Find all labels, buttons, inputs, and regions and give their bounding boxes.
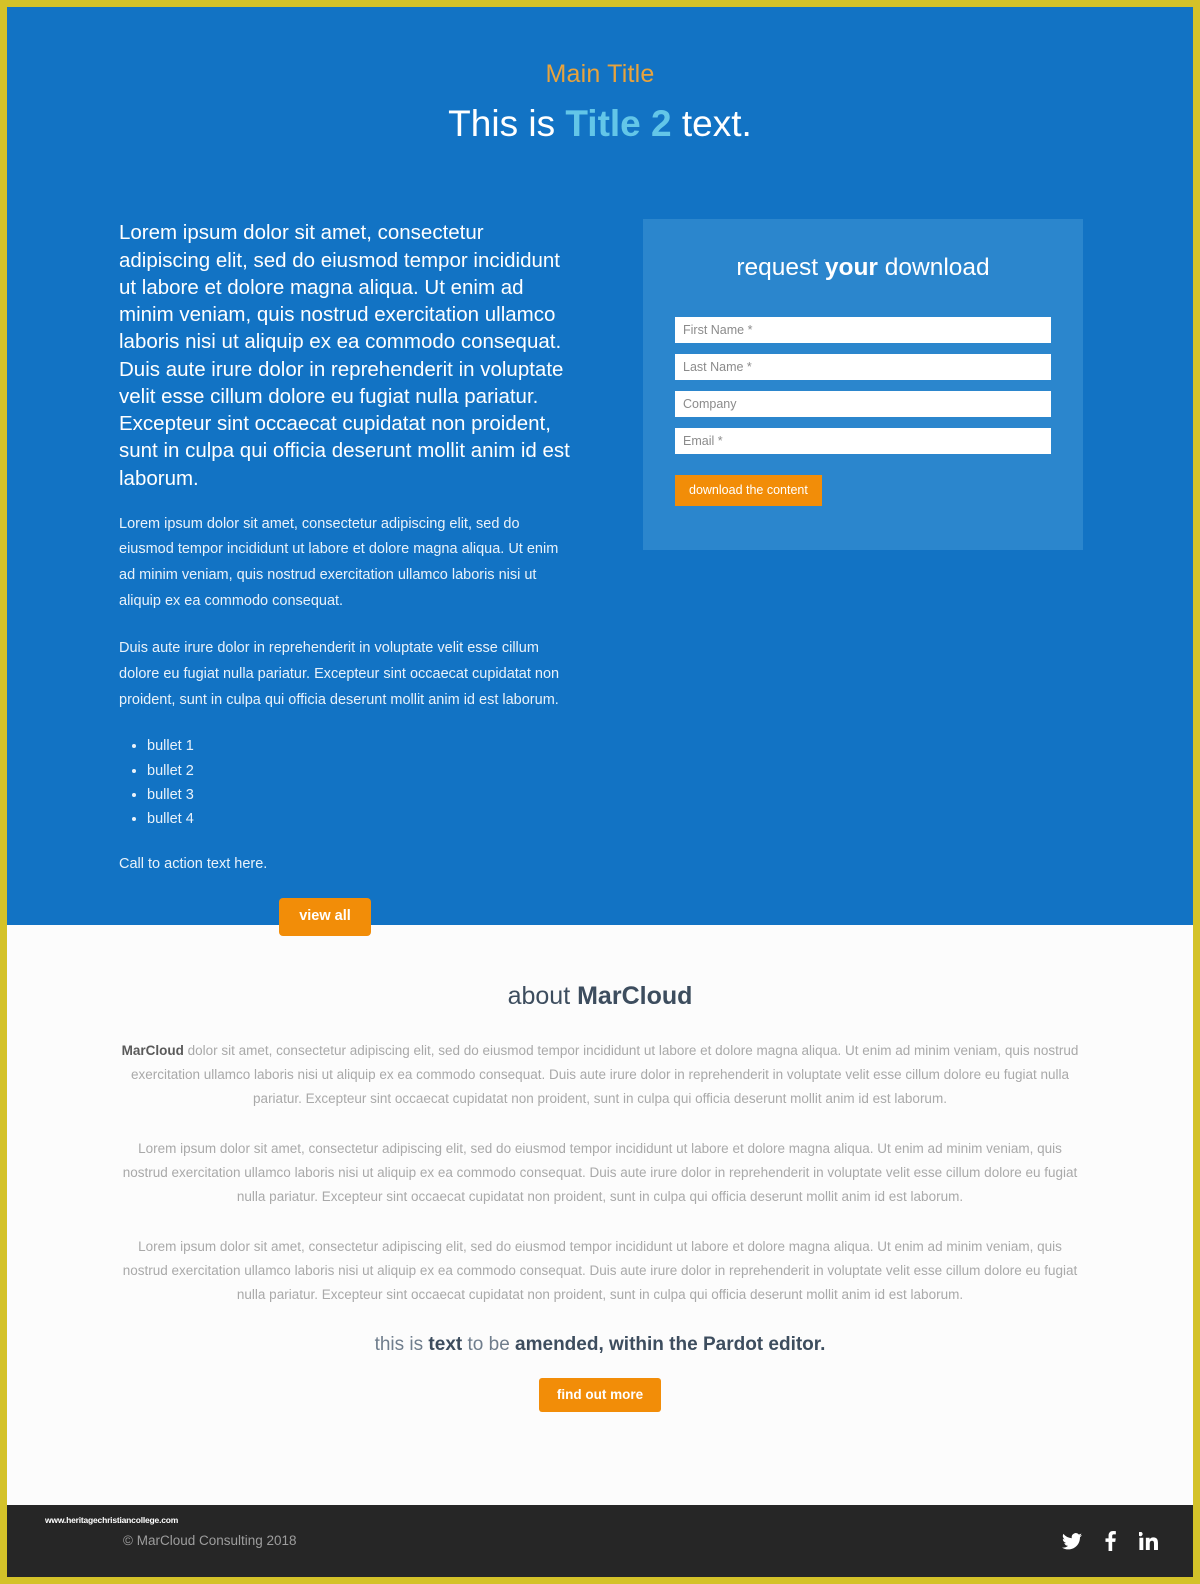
about-paragraph-1-lead: MarCloud [121, 1043, 184, 1058]
about-paragraph-1: MarCloud dolor sit amet, consectetur adi… [119, 1039, 1081, 1111]
hero-right-column: request your download download the conte… [589, 219, 1083, 551]
lead-paragraph: Lorem ipsum dolor sit amet, consectetur … [119, 221, 570, 490]
amend-part-1: this is [374, 1334, 429, 1356]
email-input[interactable] [675, 427, 1051, 454]
amend-bold-1: text [428, 1334, 463, 1356]
page-footer: www.heritagechristiancollege.com © MarCl… [7, 1505, 1193, 1577]
view-all-button[interactable]: view all [279, 898, 371, 936]
about-paragraph-1-rest: dolor sit amet, consectetur adipiscing e… [130, 1043, 1079, 1107]
list-item: bullet 3 [147, 784, 571, 807]
page-title: This is Title 2 text. [7, 101, 1193, 147]
watermark-text: www.heritagechristiancollege.com [45, 1514, 179, 1525]
copyright-text: © MarCloud Consulting 2018 [123, 1532, 297, 1548]
facebook-icon[interactable] [1099, 1530, 1121, 1552]
call-to-action-text: Call to action text here. [119, 856, 268, 873]
landing-page: Main Title This is Title 2 text. Lorem i… [0, 0, 1200, 1584]
main-title: Main Title [545, 60, 655, 88]
about-paragraph-2: Lorem ipsum dolor sit amet, consectetur … [122, 1141, 1078, 1205]
title2-accent: Title 2 [565, 103, 672, 144]
hero-titles: Main Title This is Title 2 text. [7, 7, 1193, 147]
hero-section: Main Title This is Title 2 text. Lorem i… [7, 7, 1193, 936]
about-paragraph-3: Lorem ipsum dolor sit amet, consectetur … [122, 1239, 1078, 1303]
view-all-button-wrap: view all [119, 898, 571, 936]
social-links [1061, 1530, 1159, 1552]
download-the-content-button[interactable]: download the content [675, 474, 822, 507]
about-title: about MarCloud [119, 981, 1081, 1011]
download-request-form: request your download download the conte… [643, 219, 1083, 551]
first-name-input[interactable] [675, 316, 1051, 343]
find-out-more-button[interactable]: find out more [538, 1377, 662, 1413]
list-item: bullet 2 [147, 760, 571, 783]
about-title-prefix: about [507, 982, 578, 1010]
form-title-prefix: request [736, 254, 825, 282]
last-name-input[interactable] [675, 353, 1051, 380]
feature-bullet-list: bullet 1 bullet 2 bullet 3 bullet 4 [119, 735, 571, 831]
list-item: bullet 1 [147, 735, 571, 758]
about-title-bold: MarCloud [577, 982, 693, 1010]
hero-paragraph-1: Lorem ipsum dolor sit amet, consectetur … [119, 515, 559, 609]
hero-body: Lorem ipsum dolor sit amet, consectetur … [7, 219, 1193, 936]
company-input[interactable] [675, 390, 1051, 417]
form-title: request your download [675, 253, 1051, 282]
twitter-icon[interactable] [1061, 1530, 1083, 1552]
linkedin-icon[interactable] [1137, 1530, 1159, 1552]
amend-part-2: to be [462, 1334, 516, 1356]
about-section: about MarCloud MarCloud dolor sit amet, … [7, 925, 1193, 1413]
title2-prefix: This is [448, 103, 566, 144]
amend-bold-2: amended, within the Pardot editor. [515, 1334, 826, 1356]
form-title-suffix: download [877, 254, 990, 282]
title2-suffix: text. [671, 103, 752, 144]
footer-left: www.heritagechristiancollege.com © MarCl… [45, 1515, 297, 1551]
form-title-bold: your [824, 254, 878, 282]
amendable-text-line: this is text to be amended, within the P… [119, 1333, 1081, 1358]
list-item: bullet 4 [147, 808, 571, 831]
hero-paragraph-2: Duis aute irure dolor in reprehenderit i… [119, 640, 560, 708]
hero-left-column: Lorem ipsum dolor sit amet, consectetur … [119, 219, 589, 936]
